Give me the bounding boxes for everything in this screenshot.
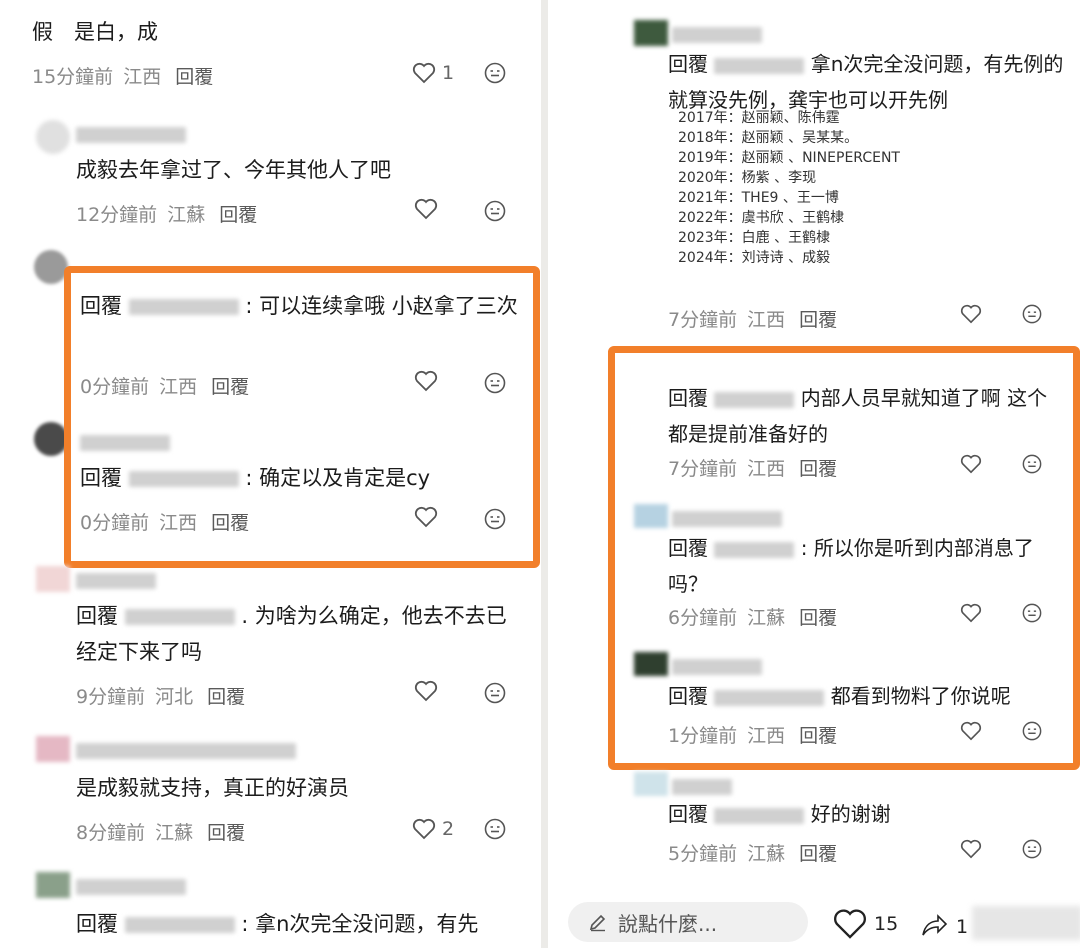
comment-text: 是成毅就支持，真正的好演员 xyxy=(76,776,349,800)
heart-icon[interactable] xyxy=(960,839,982,859)
share-count: 1 xyxy=(956,916,969,938)
highlight-box xyxy=(64,266,540,568)
avatar[interactable] xyxy=(34,422,68,456)
blurred-username xyxy=(672,776,732,795)
year-list-image: 2017年：赵丽颖、陈伟霆 2018年：赵丽颖 、吴某某。 2019年：赵丽颖 … xyxy=(678,110,900,266)
like-button[interactable]: 2 xyxy=(412,818,454,840)
emoji-icon[interactable] xyxy=(484,818,506,840)
heart-icon[interactable] xyxy=(414,198,438,220)
reply-button[interactable]: 回覆 xyxy=(207,822,245,844)
left-comment-panel: 假 是白，成 15分鐘前 江西 回覆 1 成毅去年拿过了、今年其他人了吧 12分鐘前… xyxy=(0,0,541,948)
comment-meta: 12分鐘前 江蘇 回覆 xyxy=(76,204,258,226)
heart-icon xyxy=(832,908,868,940)
reply-button[interactable]: 回覆 xyxy=(799,309,837,331)
share-button[interactable] xyxy=(920,912,948,938)
share-icon xyxy=(920,912,948,938)
blurred-username xyxy=(76,124,186,143)
right-comment-panel: 回覆 拿n次完全没问题，有先例的 就算没先例，龚宇也可以开先例 2017年：赵丽… xyxy=(548,0,1080,948)
emoji-icon[interactable] xyxy=(484,200,506,222)
avatar[interactable] xyxy=(36,872,70,898)
heart-icon[interactable] xyxy=(414,680,438,702)
heart-icon xyxy=(412,62,436,84)
heart-icon[interactable] xyxy=(960,304,982,324)
reply-button[interactable]: 回覆 xyxy=(799,843,837,865)
comment-input[interactable]: 說點什麼... xyxy=(568,902,808,942)
comment-meta: 7分鐘前 江西 回覆 xyxy=(668,309,838,331)
avatar[interactable] xyxy=(36,120,70,154)
highlight-box xyxy=(608,346,1080,770)
blurred-username xyxy=(672,24,762,43)
comment-text: 回覆 : 拿n次完全没问题，有先 xyxy=(76,912,479,936)
comment-meta: 5分鐘前 江蘇 回覆 xyxy=(668,843,838,865)
reply-button[interactable]: 回覆 xyxy=(175,66,213,88)
emoji-icon[interactable] xyxy=(1022,839,1042,859)
heart-icon xyxy=(412,818,436,840)
comment-meta: 8分鐘前 江蘇 回覆 xyxy=(76,822,246,844)
blurred-username xyxy=(76,876,186,895)
avatar[interactable] xyxy=(34,250,68,284)
blurred-username xyxy=(76,740,296,759)
emoji-icon[interactable] xyxy=(1022,304,1042,324)
avatar[interactable] xyxy=(634,20,668,46)
reply-button[interactable]: 回覆 xyxy=(219,204,257,226)
comment-text: 成毅去年拿过了、今年其他人了吧 xyxy=(76,158,391,182)
comment-fragment: 假 是白，成 xyxy=(32,20,158,44)
like-button[interactable]: 1 xyxy=(412,62,454,84)
like-count-button[interactable]: 15 xyxy=(832,908,898,940)
emoji-icon[interactable] xyxy=(484,682,506,704)
blurred-username xyxy=(76,570,156,589)
emoji-icon[interactable] xyxy=(484,62,506,84)
comment-meta: 15分鐘前 江西 回覆 xyxy=(32,66,214,88)
avatar[interactable] xyxy=(36,566,70,592)
watermark xyxy=(972,906,1080,940)
comment-meta: 9分鐘前 河北 回覆 xyxy=(76,686,246,708)
avatar[interactable] xyxy=(634,772,668,796)
comment-text: 回覆 . 为啥为么确定，他去不去已经定下来了吗 xyxy=(76,604,507,664)
avatar[interactable] xyxy=(36,736,70,762)
bottom-action-bar: 說點什麼... 15 1 xyxy=(548,892,1080,948)
pencil-icon xyxy=(588,912,608,932)
reply-button[interactable]: 回覆 xyxy=(207,686,245,708)
comment-text: 回覆 好的谢谢 xyxy=(668,802,891,826)
